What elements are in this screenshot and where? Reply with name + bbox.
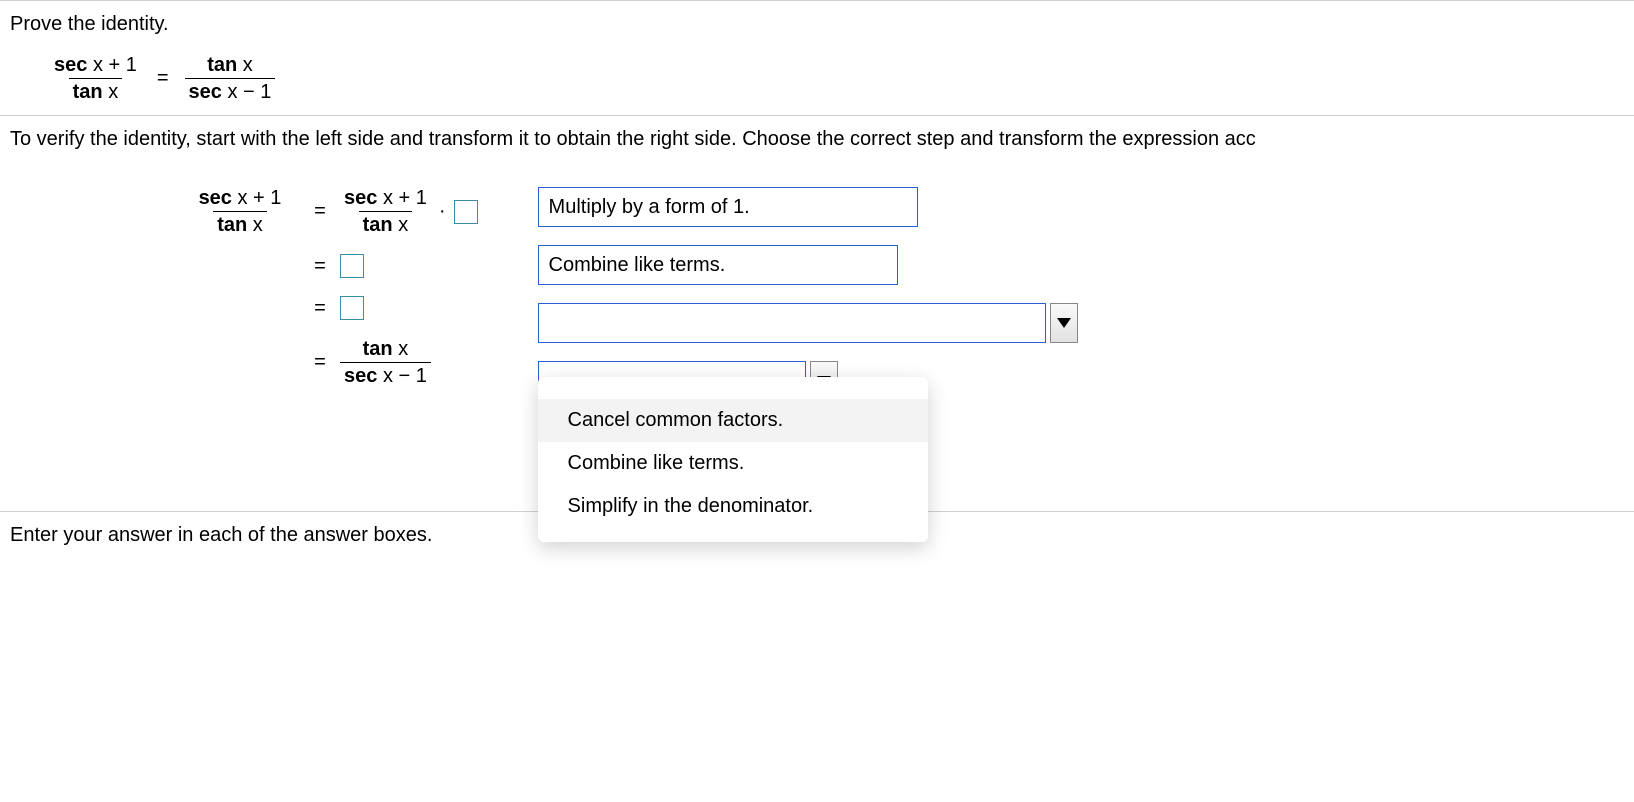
steps-column: sec x + 1 tan x = sec x + 1 tan x · = xyxy=(180,187,478,387)
reason-combo-3-button[interactable] xyxy=(1050,303,1078,343)
problem-statement: Prove the identity. sec x + 1 tan x = ta… xyxy=(0,0,1634,115)
step4-eq: = xyxy=(310,351,330,374)
identity-rhs-fraction: tan x sec x − 1 xyxy=(185,54,276,103)
step3-answer-box[interactable] xyxy=(340,296,364,320)
controls-column: Multiply by a form of 1. Combine like te… xyxy=(538,187,1078,401)
verify-instruction: To verify the identity, start with the l… xyxy=(0,115,1634,163)
work-area: sec x + 1 tan x = sec x + 1 tan x · = xyxy=(0,187,1634,401)
step-row-3: = xyxy=(180,296,478,320)
step1-lhs: sec x + 1 tan x xyxy=(195,187,286,236)
dropdown-option-simplify[interactable]: Simplify in the denominator. xyxy=(538,485,928,528)
step1-eq: = xyxy=(310,200,330,223)
step2-eq: = xyxy=(310,255,330,278)
prove-prompt: Prove the identity. xyxy=(10,13,1624,36)
step1-rhs-frac: sec x + 1 tan x xyxy=(340,187,431,236)
step-row-2: = xyxy=(180,254,478,278)
dropdown-option-cancel[interactable]: Cancel common factors. xyxy=(538,399,928,442)
reason-combo-3-input[interactable] xyxy=(538,303,1046,343)
step1-dot: · xyxy=(439,200,446,223)
equals-sign: = xyxy=(157,67,169,90)
reason-field-2[interactable]: Combine like terms. xyxy=(538,245,898,285)
step1-answer-box[interactable] xyxy=(454,200,478,224)
step-row-4: = tan x sec x − 1 xyxy=(180,338,478,387)
step4-rhs-frac: tan x sec x − 1 xyxy=(340,338,431,387)
identity-equation: sec x + 1 tan x = tan x sec x − 1 xyxy=(50,54,1624,103)
step2-answer-box[interactable] xyxy=(340,254,364,278)
reason-combo-3[interactable] xyxy=(538,303,1078,343)
chevron-down-icon xyxy=(1057,318,1071,328)
reason-field-1[interactable]: Multiply by a form of 1. xyxy=(538,187,918,227)
identity-lhs-fraction: sec x + 1 tan x xyxy=(50,54,141,103)
dropdown-panel: Cancel common factors. Combine like term… xyxy=(538,377,928,542)
step-row-1: sec x + 1 tan x = sec x + 1 tan x · xyxy=(180,187,478,236)
dropdown-option-combine[interactable]: Combine like terms. xyxy=(538,442,928,485)
step3-eq: = xyxy=(310,297,330,320)
